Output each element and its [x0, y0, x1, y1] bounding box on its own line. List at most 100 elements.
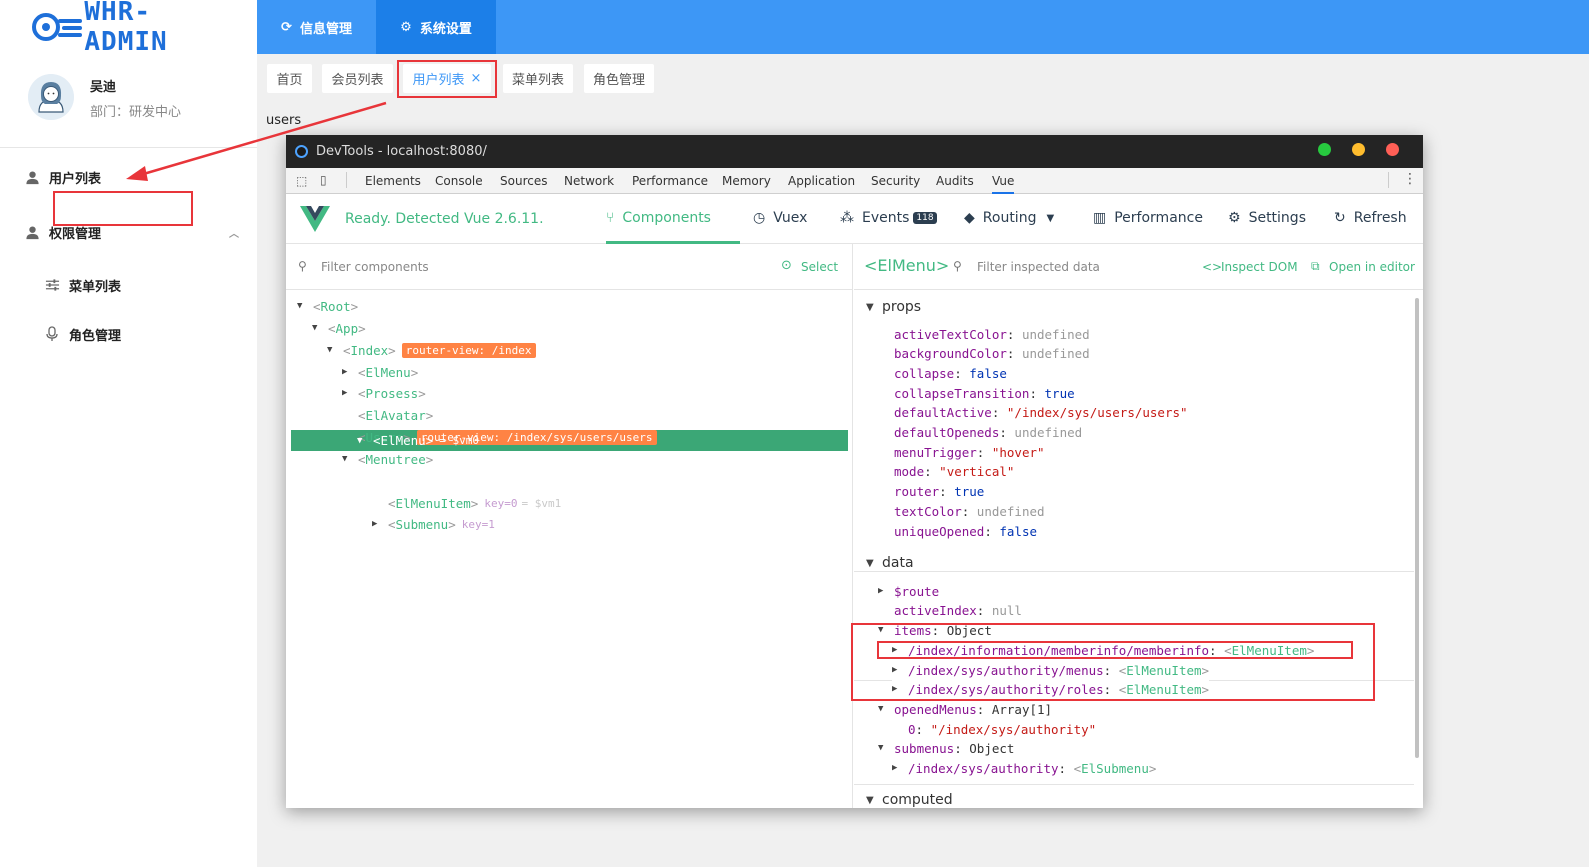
data-row-route[interactable]: ▶ $route	[878, 581, 939, 601]
prop-row[interactable]: menuTrigger: "hover"	[894, 442, 1045, 462]
toggle-icon[interactable]: ▼	[342, 454, 352, 464]
annotation-box-memberinfo	[877, 641, 1353, 659]
tab-performance-vue[interactable]: ▥ Performance	[1093, 210, 1203, 226]
prop-row[interactable]: collapseTransition: true	[894, 383, 1075, 403]
top-tab-info-management[interactable]: ⟳ 信息管理	[257, 0, 376, 54]
prop-row[interactable]: textColor: undefined	[894, 501, 1045, 521]
prop-value: undefined	[1021, 326, 1090, 342]
tree-node[interactable]: ▼ < App >	[312, 318, 366, 338]
prop-value: true	[954, 484, 985, 500]
tab-settings[interactable]: ⚙ Settings	[1228, 210, 1306, 226]
chevron-down-icon: ▼	[1046, 212, 1055, 224]
tree-node[interactable]: ▶ < Prosess >	[342, 383, 426, 403]
toggle-icon[interactable]: ▶	[342, 388, 352, 398]
prop-row[interactable]: router: true	[894, 482, 984, 502]
tab-events[interactable]: ⁂ Events 118	[840, 210, 937, 226]
toggle-icon[interactable]: ▶	[372, 519, 382, 529]
data-key: 0	[908, 721, 916, 737]
tab-security[interactable]: Security	[871, 174, 920, 188]
sidebar-item-menu-list[interactable]: 菜单列表	[44, 275, 121, 295]
prop-row[interactable]: uniqueOpened: false	[894, 521, 1037, 541]
app-logo[interactable]: WHR-ADMIN	[30, 0, 230, 57]
data-row-openedmenus-0[interactable]: 0: "/index/sys/authority"	[908, 719, 1096, 739]
prop-value: false	[999, 523, 1038, 539]
section-props[interactable]: ▼ props	[866, 299, 921, 315]
sidebar-item-role[interactable]: 角色管理	[44, 324, 121, 344]
tab-sources[interactable]: Sources	[500, 174, 547, 188]
open-external-icon[interactable]: ⧉	[1311, 259, 1320, 274]
prop-row[interactable]: collapse: false	[894, 363, 1007, 383]
tab-routing[interactable]: ◆ Routing ▼	[964, 210, 1054, 226]
data-key: /index/sys/authority	[908, 760, 1059, 776]
refresh-button[interactable]: ↻ Refresh	[1334, 210, 1407, 226]
top-tab-system-settings[interactable]: ⚙ 系统设置	[376, 0, 496, 54]
toggle-icon[interactable]: ▶	[342, 367, 352, 377]
component-tree-pane: ⚲ Filter components ⊙ Select ▼ < Root > ▼ …	[286, 244, 853, 808]
data-row-submenus[interactable]: ▼ submenus: Object	[878, 738, 1014, 758]
prop-row[interactable]: backgroundColor: undefined	[894, 344, 1090, 364]
tab-application[interactable]: Application	[788, 174, 855, 188]
tab-vuex[interactable]: ◷ Vuex	[753, 210, 807, 226]
minimize-button[interactable]	[1352, 143, 1365, 156]
tree-node[interactable]: < ElMenuItem > key=0 = $vm1	[372, 493, 561, 513]
close-button[interactable]	[1386, 143, 1399, 156]
code-icon[interactable]: <>	[1202, 260, 1222, 274]
tab-vue[interactable]: Vue	[992, 174, 1015, 194]
sidebar-item-user-list[interactable]: 用户列表	[24, 167, 101, 187]
data-row-activeindex[interactable]: activeIndex: null	[894, 600, 1022, 620]
tree-node[interactable]: ▶ < ElMenu >	[342, 362, 418, 382]
prop-row[interactable]: activeTextColor: undefined	[894, 324, 1090, 344]
tree-node[interactable]: ▼ < Menutree >	[342, 449, 433, 469]
tab-components[interactable]: ⑂ Components	[606, 210, 711, 226]
user-shield-icon	[24, 224, 40, 240]
section-computed[interactable]: ▼ computed	[866, 792, 953, 808]
devtools-tab-bar: ⬚ ▯ Elements Console Sources Network Per…	[286, 168, 1423, 194]
inspect-dom-button[interactable]: Inspect DOM	[1221, 260, 1298, 274]
tree-node[interactable]: ▼ < Root >	[297, 296, 358, 316]
prop-key: backgroundColor	[894, 346, 1007, 362]
tab-console[interactable]: Console	[435, 174, 483, 188]
inspect-element-icon[interactable]: ⬚	[296, 174, 307, 188]
page-tab-member-list[interactable]: 会员列表	[322, 64, 393, 93]
toggle-icon[interactable]: ▼	[297, 301, 307, 311]
section-data[interactable]: ▼ data	[866, 555, 914, 571]
data-row-submenu-item[interactable]: ▶/index/sys/authority: < ElSubmenu >	[892, 758, 1156, 778]
inspected-data-filter-input[interactable]: Filter inspected data	[977, 260, 1100, 274]
prop-row[interactable]: defaultActive: "/index/sys/users/users"	[894, 403, 1188, 423]
data-row-openedmenus[interactable]: ▼ openedMenus: Array[1]	[878, 699, 1052, 719]
component-filter-input[interactable]: Filter components	[321, 260, 429, 274]
tab-label: Components	[622, 210, 711, 226]
tree-node[interactable]: ▶ < Submenu > key=1	[372, 514, 495, 534]
sidebar-item-label: 角色管理	[69, 328, 122, 344]
scrollbar[interactable]	[1415, 298, 1419, 758]
page-tab-home[interactable]: 首页	[267, 64, 312, 93]
toggle-icon[interactable]: ▼	[357, 436, 367, 446]
toolbar-divider	[1388, 172, 1389, 188]
toggle-icon[interactable]: ▼	[327, 345, 337, 355]
tab-audits[interactable]: Audits	[936, 174, 974, 188]
select-button[interactable]: Select	[801, 260, 838, 274]
avatar[interactable]	[28, 74, 74, 120]
page-tab-label: 首页	[276, 73, 303, 88]
tab-performance[interactable]: Performance	[632, 174, 708, 188]
device-toggle-icon[interactable]: ▯	[320, 173, 327, 187]
logo-mark-icon	[30, 10, 84, 44]
page-tab-role-management[interactable]: 角色管理	[584, 64, 654, 93]
prop-row[interactable]: defaultOpeneds: undefined	[894, 423, 1082, 443]
component-name: ElMenu	[380, 433, 426, 448]
prop-row[interactable]: mode: "vertical"	[894, 462, 1014, 482]
open-in-editor-button[interactable]: Open in editor	[1329, 260, 1415, 274]
bar-chart-icon: ▥	[1093, 210, 1107, 226]
select-target-icon[interactable]: ⊙	[781, 258, 792, 273]
prop-key: router	[894, 484, 940, 500]
tree-node[interactable]: < ElAvatar >	[342, 405, 433, 425]
tab-elements[interactable]: Elements	[365, 174, 421, 188]
page-tab-menu-list[interactable]: 菜单列表	[503, 64, 573, 93]
more-options-icon[interactable]: ⋮	[1403, 171, 1417, 187]
toggle-icon[interactable]: ▼	[312, 323, 322, 333]
tree-node[interactable]: ▼ < Index > router-view: /index	[327, 340, 536, 360]
tab-network[interactable]: Network	[564, 174, 614, 188]
tab-memory[interactable]: Memory	[722, 174, 771, 188]
tree-node-selected[interactable]: ▼ < ElMenu > = $vm0	[357, 430, 479, 451]
maximize-button[interactable]	[1318, 143, 1331, 156]
